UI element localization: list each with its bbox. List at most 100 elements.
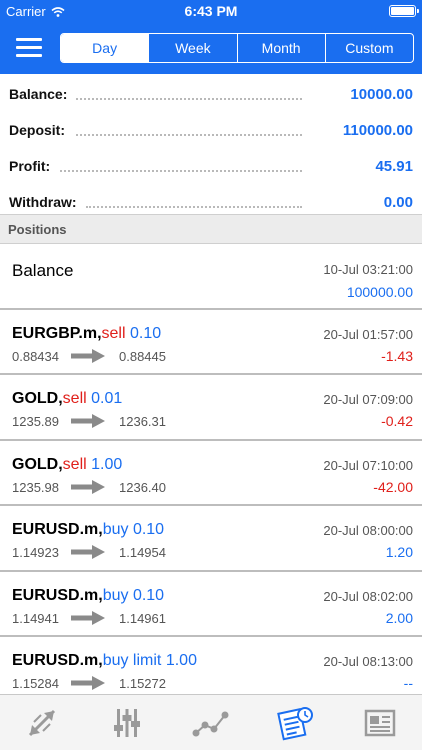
segment-custom[interactable]: Custom xyxy=(324,34,413,62)
position-side: sell xyxy=(101,325,126,342)
status-bar: Carrier 6:43 PM xyxy=(0,0,422,22)
balance-entry-row[interactable]: Balance 10-Jul 03:21:00 100000.00 xyxy=(0,244,422,310)
dotted-leader xyxy=(76,134,302,136)
withdraw-value: 0.00 xyxy=(383,194,413,211)
position-symbol: EURUSD.m, xyxy=(12,651,103,669)
segment-day[interactable]: Day xyxy=(61,34,149,62)
profit-label: Profit: xyxy=(9,158,51,174)
position-profit: -0.42 xyxy=(381,413,413,430)
tab-history[interactable] xyxy=(253,695,337,750)
position-row[interactable]: EURUSD.m,buy 0.10 1.14923 1.14954 20-Jul… xyxy=(0,506,422,572)
positions-list: EURGBP.m,sell 0.10 0.88434 0.88445 20-Ju… xyxy=(0,310,422,702)
position-profit: 1.20 xyxy=(385,544,413,561)
tab-news[interactable] xyxy=(338,695,422,750)
position-side: buy xyxy=(102,521,129,539)
position-symbol: GOLD, xyxy=(12,390,63,408)
deposit-label: Deposit: xyxy=(9,122,65,138)
dotted-leader xyxy=(86,206,302,208)
trade-arrows-icon xyxy=(29,709,56,736)
position-title: EURUSD.m,buy limit 1.00 xyxy=(12,652,197,670)
close-price: 1.14954 xyxy=(119,545,166,561)
position-volume: 0.10 xyxy=(132,521,165,539)
positions-section-header: Positions xyxy=(0,214,422,244)
withdraw-label: Withdraw: xyxy=(9,194,77,210)
open-price: 1.14941 xyxy=(12,610,59,626)
position-row[interactable]: EURUSD.m,buy 0.10 1.14941 1.14961 20-Jul… xyxy=(0,572,422,637)
position-date: 20-Jul 08:00:00 xyxy=(323,523,413,539)
position-date: 20-Jul 07:10:00 xyxy=(323,457,413,473)
open-price: 1235.98 xyxy=(12,479,59,495)
position-title: EURGBP.m,sell 0.10 xyxy=(12,325,161,343)
arrow-right-icon xyxy=(71,675,105,690)
hamburger-menu-icon[interactable] xyxy=(16,38,42,58)
tab-chart[interactable] xyxy=(169,695,253,750)
arrow-right-icon xyxy=(71,349,105,363)
position-volume: 0.01 xyxy=(91,390,123,408)
position-row[interactable]: GOLD,sell 0.01 1235.89 1236.31 20-Jul 07… xyxy=(0,375,422,441)
account-summary: Balance: 10000.00 Deposit: 110000.00 Pro… xyxy=(0,76,422,220)
deposit-value: 110000.00 xyxy=(342,122,413,139)
dotted-leader xyxy=(76,98,302,100)
summary-row-balance: Balance: 10000.00 xyxy=(0,76,422,112)
segment-week[interactable]: Week xyxy=(148,34,236,62)
position-row[interactable]: EURGBP.m,sell 0.10 0.88434 0.88445 20-Ju… xyxy=(0,310,422,376)
open-price: 1.14923 xyxy=(12,545,59,561)
position-date: 20-Jul 08:02:00 xyxy=(323,588,413,604)
position-symbol: EURGBP.m, xyxy=(12,325,102,342)
position-volume: 0.10 xyxy=(132,586,165,604)
status-time: 6:43 PM xyxy=(184,3,238,19)
position-side: sell xyxy=(62,390,87,408)
nav-bar: Day Week Month Custom xyxy=(0,22,422,74)
tab-quotes[interactable] xyxy=(84,695,168,750)
position-side: sell xyxy=(62,455,87,473)
position-profit: -42.00 xyxy=(373,478,413,495)
position-row[interactable]: GOLD,sell 1.00 1235.98 1236.40 20-Jul 07… xyxy=(0,441,422,507)
balance-value: 10000.00 xyxy=(350,86,413,103)
position-symbol: GOLD, xyxy=(12,455,63,473)
arrow-right-icon xyxy=(71,610,105,625)
close-price: 1.15272 xyxy=(119,675,166,691)
balance-entry-amount: 100000.00 xyxy=(346,284,413,300)
period-segmented-control: Day Week Month Custom xyxy=(60,33,414,63)
position-profit: 2.00 xyxy=(385,609,413,626)
position-symbol: EURUSD.m, xyxy=(12,521,103,539)
open-price: 1.15284 xyxy=(12,675,59,691)
open-price: 1235.89 xyxy=(12,414,59,430)
position-volume: 0.10 xyxy=(129,325,162,342)
news-icon xyxy=(364,709,396,736)
position-row[interactable]: EURUSD.m,buy limit 1.00 1.15284 1.15272 … xyxy=(0,637,422,702)
balance-entry-title: Balance xyxy=(12,261,74,280)
battery-icon xyxy=(389,5,419,17)
balance-label: Balance: xyxy=(9,86,68,102)
balance-entry-date: 10-Jul 03:21:00 xyxy=(323,262,413,277)
position-profit: -1.43 xyxy=(381,348,413,364)
close-price: 0.88445 xyxy=(119,349,166,364)
close-price: 1236.40 xyxy=(119,479,166,495)
position-side: buy limit xyxy=(102,651,162,669)
dotted-leader xyxy=(60,170,302,172)
position-title: GOLD,sell 0.01 xyxy=(12,390,122,408)
history-report-icon xyxy=(277,706,314,740)
profit-value: 45.91 xyxy=(375,158,413,175)
position-date: 20-Jul 07:09:00 xyxy=(323,392,413,408)
close-price: 1236.31 xyxy=(119,414,166,430)
position-profit: -- xyxy=(403,674,413,691)
position-title: GOLD,sell 1.00 xyxy=(12,456,122,474)
section-title: Positions xyxy=(8,222,67,237)
position-volume: 1.00 xyxy=(91,455,123,473)
sliders-icon xyxy=(113,708,140,737)
segment-month[interactable]: Month xyxy=(236,34,325,62)
arrow-right-icon xyxy=(71,479,105,494)
position-title: EURUSD.m,buy 0.10 xyxy=(12,521,164,539)
close-price: 1.14961 xyxy=(119,610,166,626)
open-price: 0.88434 xyxy=(12,349,59,364)
arrow-right-icon xyxy=(71,414,105,429)
position-side: buy xyxy=(102,586,129,604)
tab-trade[interactable] xyxy=(0,695,84,750)
position-date: 20-Jul 01:57:00 xyxy=(323,327,413,342)
summary-row-profit: Profit: 45.91 xyxy=(0,148,422,184)
bottom-tab-bar xyxy=(0,694,422,750)
position-volume: 1.00 xyxy=(165,651,197,669)
summary-row-deposit: Deposit: 110000.00 xyxy=(0,112,422,148)
chart-line-icon xyxy=(192,711,229,736)
